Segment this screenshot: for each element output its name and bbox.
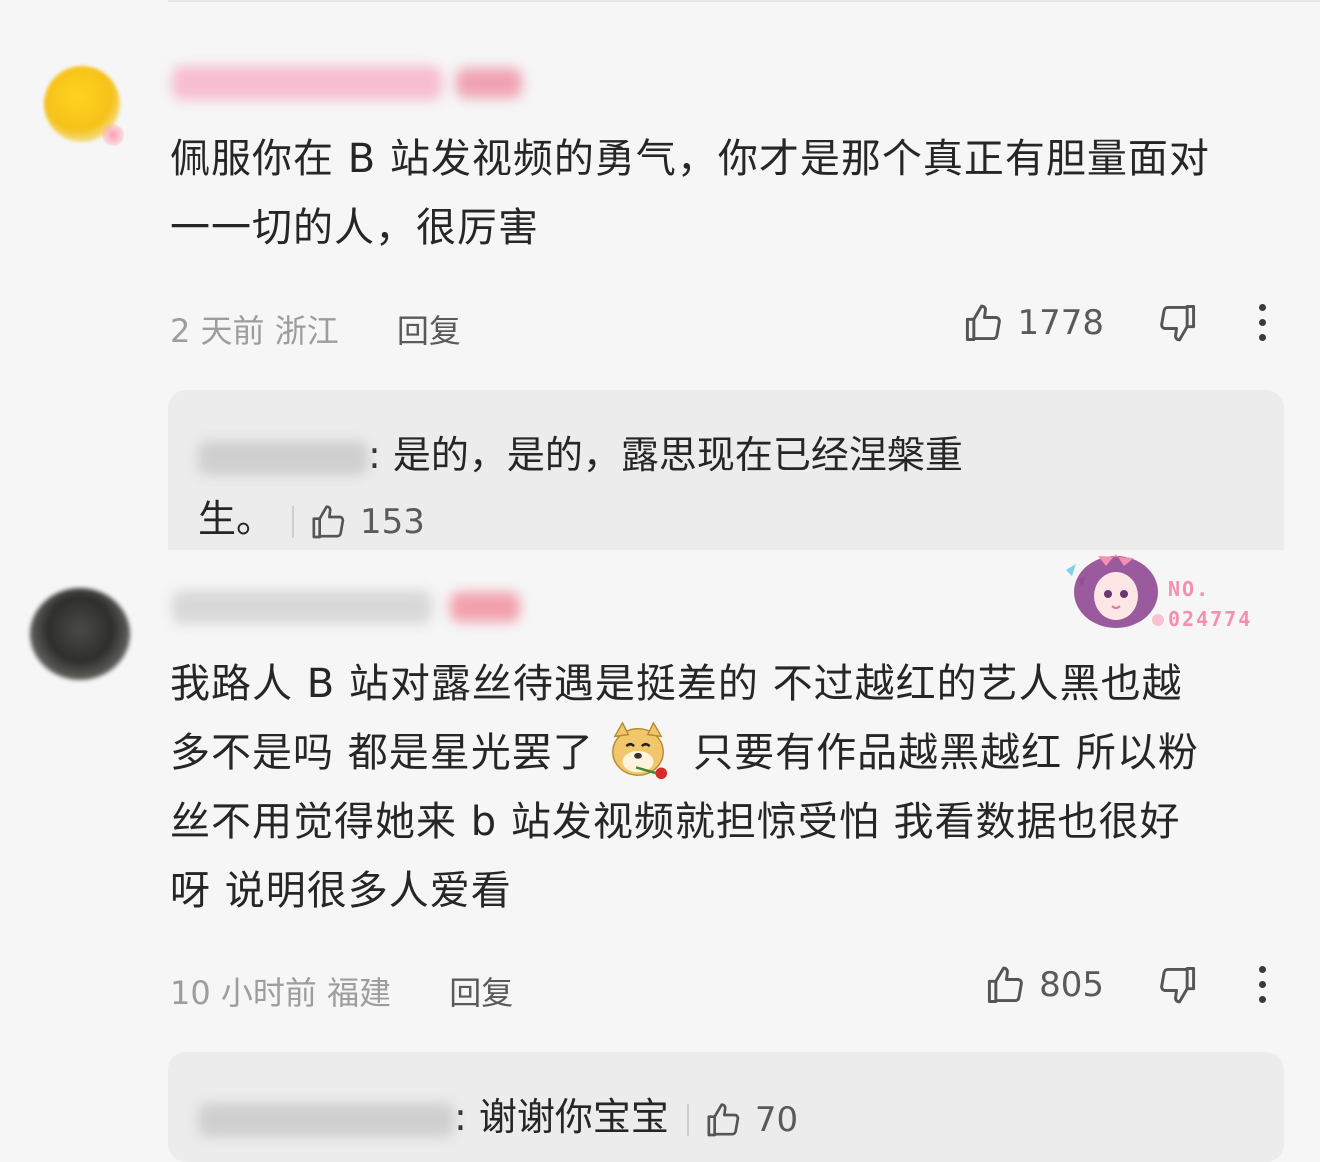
thumbs-down-icon[interactable] bbox=[1156, 963, 1200, 1007]
reply-line: : 谢谢你宝宝 70 bbox=[198, 1086, 798, 1141]
comment-time: 2 天前 bbox=[170, 312, 265, 350]
comment-text: 我路人 B 站对露丝待遇是挺差的 不过越红的艺人黑也越 多不是吗 都是星光罢了 … bbox=[170, 661, 1199, 914]
reply-line: 生。 153 bbox=[198, 497, 425, 542]
comment-text: 佩服你在 B 站发视频的勇气，你才是那个真正有胆量面对 一一切的人，很厉害 bbox=[170, 136, 1210, 251]
comment-location: 浙江 bbox=[274, 312, 339, 350]
reply-button[interactable]: 回复 bbox=[449, 974, 513, 1012]
reply-box[interactable]: : 谢谢你宝宝 70 bbox=[168, 1052, 1284, 1162]
top-divider bbox=[168, 0, 1320, 2]
thumbs-up-icon bbox=[707, 1102, 740, 1136]
thumbs-up-icon[interactable] bbox=[961, 301, 1005, 345]
reply-like[interactable]: 70 bbox=[703, 1100, 798, 1140]
comment-location: 福建 bbox=[327, 974, 392, 1012]
sticker-number: NO. 024774 bbox=[1168, 577, 1253, 631]
comment-time: 10 小时前 bbox=[170, 974, 317, 1012]
reply-button[interactable]: 回复 bbox=[397, 312, 461, 350]
thumbs-down-icon[interactable] bbox=[1156, 301, 1200, 345]
avatar-badge bbox=[102, 124, 124, 146]
reply-line: : 是的，是的，露思现在已经涅槃重 bbox=[198, 424, 963, 479]
more-options-icon[interactable] bbox=[1250, 962, 1274, 1007]
level-badge bbox=[456, 68, 522, 98]
username-blurred[interactable] bbox=[172, 66, 442, 100]
more-options-icon[interactable] bbox=[1250, 300, 1274, 345]
like-count: 1778 bbox=[1017, 302, 1104, 343]
reply-username-blurred[interactable] bbox=[198, 440, 368, 475]
avatar[interactable] bbox=[30, 588, 130, 680]
like-count: 805 bbox=[1039, 964, 1104, 1005]
reply-username-blurred[interactable] bbox=[198, 1102, 454, 1137]
level-badge bbox=[450, 592, 520, 622]
comment-actions: 805 bbox=[983, 962, 1274, 1007]
doge-rose-emoji-icon bbox=[612, 721, 668, 780]
thumbs-up-icon bbox=[312, 504, 345, 538]
comment-meta: 2 天前 浙江 回复 bbox=[170, 306, 461, 352]
comment-meta: 10 小时前 福建 回复 bbox=[170, 968, 513, 1014]
username-blurred[interactable] bbox=[172, 590, 432, 624]
reply-like[interactable]: 153 bbox=[308, 502, 425, 542]
comment-actions: 1778 bbox=[961, 300, 1274, 345]
thumbs-up-icon[interactable] bbox=[983, 963, 1027, 1007]
reply-box[interactable]: : 是的，是的，露思现在已经涅槃重 生。 153 bbox=[168, 390, 1284, 550]
